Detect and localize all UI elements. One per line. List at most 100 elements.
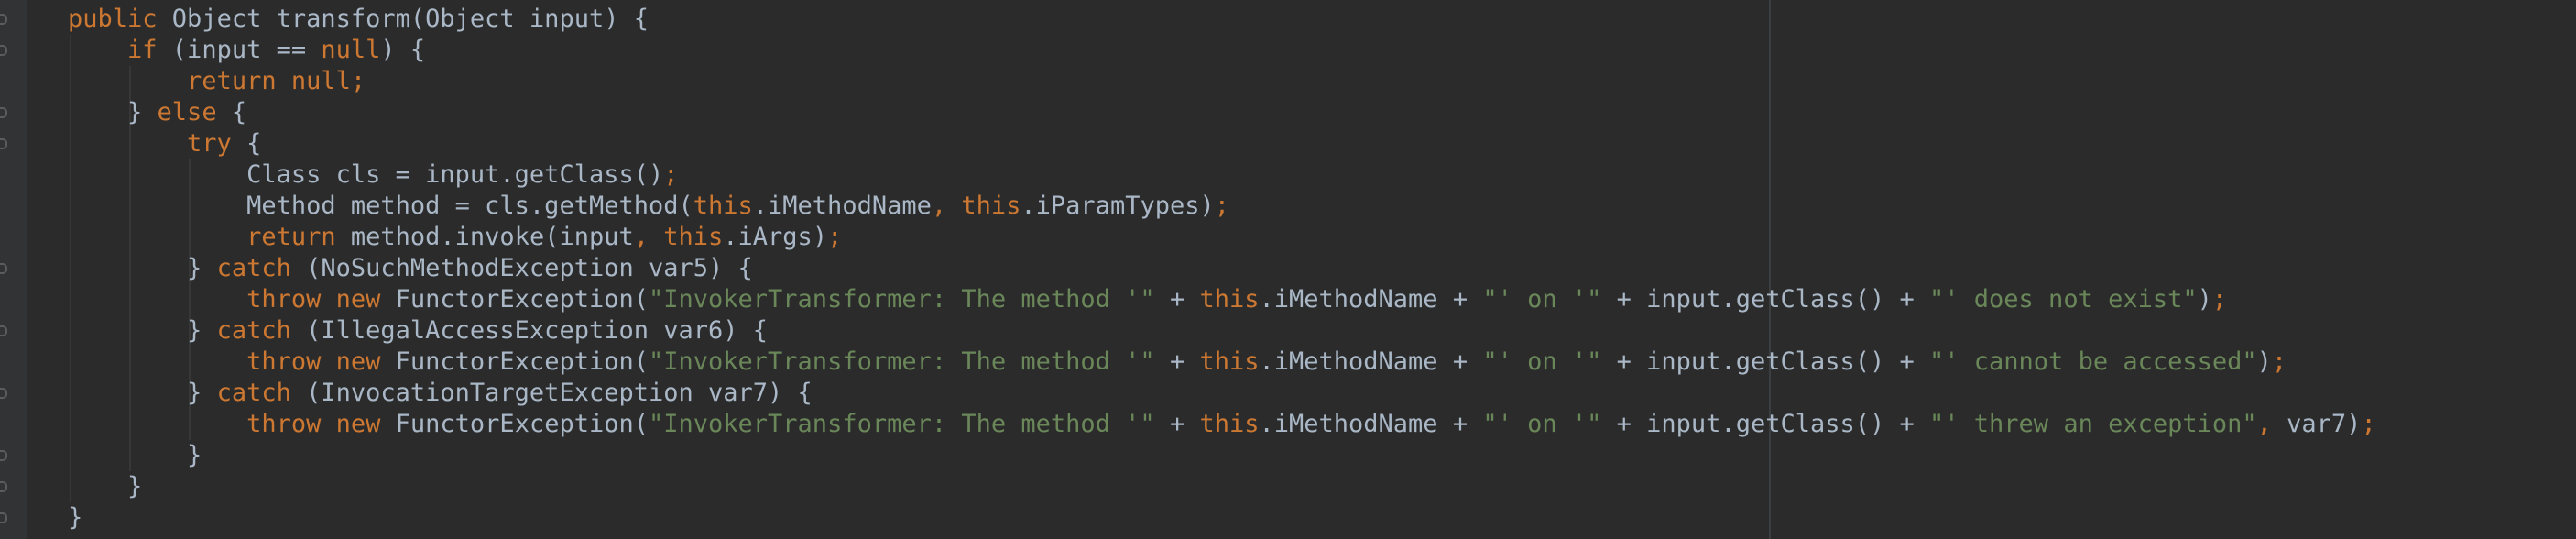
string-token: "InvokerTransformer: The method '" [649, 410, 1155, 438]
keyword-token: , [2256, 410, 2272, 438]
code-line[interactable]: Class cls = input.getClass(); [68, 160, 2376, 191]
keyword-token: , this [931, 192, 1021, 220]
code-token: } [68, 503, 83, 532]
code-token: .iMethodName + [1259, 347, 1483, 376]
code-token: { [231, 129, 262, 158]
code-token: + [1154, 410, 1200, 438]
keyword-token: return null; [187, 67, 366, 95]
keyword-token: this [693, 192, 753, 220]
string-token: "' does not exist" [1929, 285, 2198, 314]
code-token: + [1154, 285, 1200, 314]
code-token: FunctorException( [380, 410, 649, 438]
code-token: ) { [380, 36, 426, 64]
code-token: Method method = cls.getMethod( [246, 192, 693, 220]
code-token: } [127, 472, 143, 500]
code-token: .iParamTypes) [1021, 192, 1215, 220]
code-line[interactable]: throw new FunctorException("InvokerTrans… [68, 346, 2376, 378]
keyword-token: this [1199, 285, 1260, 314]
fold-marker-icon[interactable] [0, 388, 7, 399]
code-token: .iMethodName + [1259, 410, 1483, 438]
code-token: (input == [157, 36, 322, 64]
code-line[interactable]: return method.invoke(input, this.iArgs); [68, 222, 2376, 253]
code-line[interactable]: throw new FunctorException("InvokerTrans… [68, 284, 2376, 315]
code-line[interactable]: } [68, 471, 2376, 502]
fold-marker-icon[interactable] [0, 138, 7, 149]
string-token: "' on '" [1482, 410, 1602, 438]
keyword-token: null [321, 36, 381, 64]
string-token: "InvokerTransformer: The method '" [649, 285, 1155, 314]
string-token: "' on '" [1482, 285, 1602, 314]
code-line[interactable]: } else { [68, 97, 2376, 128]
code-line[interactable]: } [68, 502, 2376, 534]
code-line[interactable]: } catch (NoSuchMethodException var5) { [68, 253, 2376, 284]
keyword-token: public [68, 5, 158, 33]
code-token: + [1154, 347, 1200, 376]
keyword-token: else [157, 98, 217, 126]
code-line[interactable]: public Object transform(Object input) { [68, 4, 2376, 35]
keyword-token: catch [216, 316, 291, 345]
code-token: .iMethodName [752, 192, 932, 220]
code-token: (InvocationTargetException var7) { [290, 379, 813, 407]
keyword-token: throw new [246, 410, 381, 438]
fold-marker-icon[interactable] [0, 481, 7, 492]
code-token: { [216, 98, 247, 126]
keyword-token: throw new [246, 285, 381, 314]
string-token: "' on '" [1482, 347, 1602, 376]
code-line[interactable]: throw new FunctorException("InvokerTrans… [68, 409, 2376, 440]
code-token: FunctorException( [380, 285, 649, 314]
keyword-token: this [1199, 410, 1260, 438]
string-token: "' cannot be accessed" [1929, 347, 2257, 376]
code-token: } [187, 441, 202, 469]
code-token: Class cls = input.getClass() [246, 160, 664, 189]
string-token: "' threw an exception" [1929, 410, 2257, 438]
editor-gutter[interactable] [0, 0, 27, 539]
keyword-token: this [1199, 347, 1260, 376]
code-token: } [187, 316, 217, 345]
code-token: ) [2197, 285, 2212, 314]
code-line[interactable]: } catch (InvocationTargetException var7)… [68, 378, 2376, 409]
code-line[interactable]: if (input == null) { [68, 35, 2376, 66]
keyword-token: ; [1214, 192, 1229, 220]
keyword-token: if [127, 36, 158, 64]
code-token: + input.getClass() + [1601, 347, 1930, 376]
code-area[interactable]: public Object transform(Object input) { … [68, 4, 2376, 534]
code-line[interactable]: return null; [68, 66, 2376, 97]
keyword-token: ; [663, 160, 679, 189]
code-editor[interactable]: public Object transform(Object input) { … [0, 0, 2576, 539]
fold-marker-icon[interactable] [0, 512, 7, 523]
keyword-token: catch [216, 254, 291, 282]
keyword-token: try [187, 129, 232, 158]
code-token: + input.getClass() + [1601, 410, 1930, 438]
fold-marker-icon[interactable] [0, 45, 7, 56]
code-token: (IllegalAccessException var6) { [290, 316, 769, 345]
string-token: "InvokerTransformer: The method '" [649, 347, 1155, 376]
code-line[interactable]: Method method = cls.getMethod(this.iMeth… [68, 191, 2376, 222]
fold-marker-icon[interactable] [0, 14, 7, 25]
code-token: } [187, 379, 217, 407]
code-token: + input.getClass() + [1601, 285, 1930, 314]
code-line[interactable]: } catch (IllegalAccessException var6) { [68, 315, 2376, 346]
code-token: .iMethodName + [1259, 285, 1483, 314]
keyword-token: , this [633, 223, 724, 251]
fold-marker-icon[interactable] [0, 107, 7, 118]
keyword-token: throw new [246, 347, 381, 376]
fold-marker-icon[interactable] [0, 450, 7, 461]
fold-marker-icon[interactable] [0, 263, 7, 274]
code-line[interactable]: try { [68, 128, 2376, 160]
code-line[interactable]: } [68, 440, 2376, 471]
code-token: .iArgs) [723, 223, 828, 251]
fold-marker-icon[interactable] [0, 325, 7, 336]
